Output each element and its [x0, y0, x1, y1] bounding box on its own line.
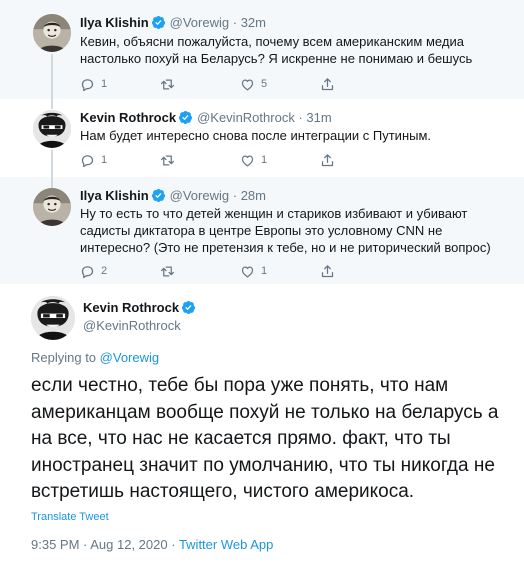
- verified-badge-icon: [151, 188, 166, 203]
- replying-to-link[interactable]: @Vorewig: [100, 350, 159, 365]
- separator: ·: [232, 188, 238, 203]
- separator: ·: [232, 15, 238, 30]
- author-name[interactable]: Kevin Rothrock: [80, 110, 176, 125]
- tweet-1[interactable]: Ilya Klishin @Vorewig · 32m Кевин, объясн…: [0, 0, 524, 99]
- retweet-icon: [160, 264, 175, 279]
- reply-button[interactable]: 1: [80, 76, 107, 92]
- reply-count: 2: [101, 265, 108, 277]
- share-icon: [320, 77, 335, 92]
- tweet-2[interactable]: Kevin Rothrock @KevinRothrock · 31m Нам б…: [0, 99, 524, 177]
- tweet-header: Ilya Klishin @Vorewig · 32m: [80, 15, 266, 31]
- verified-badge-icon: [181, 300, 196, 315]
- tweet-actions: 1 5: [80, 76, 420, 92]
- tweet-text: Кевин, объясни пожалуйста, почему всем а…: [80, 34, 473, 66]
- main-avatar-kevin[interactable]: [31, 296, 75, 340]
- tweet-text: Нам будет интересно снова после интеграц…: [80, 128, 432, 143]
- share-icon: [320, 153, 335, 168]
- avatar-kevin[interactable]: [33, 110, 71, 148]
- retweet-button[interactable]: [160, 76, 181, 92]
- reply-count: 1: [101, 154, 108, 166]
- reply-icon: [80, 153, 95, 168]
- tweet-header: Kevin Rothrock @KevinRothrock · 31m: [80, 110, 332, 126]
- retweet-icon: [160, 153, 175, 168]
- like-icon: [240, 264, 255, 279]
- like-count: 1: [261, 265, 268, 277]
- share-icon: [320, 264, 335, 279]
- like-icon: [240, 153, 255, 168]
- tweet-meta: 9:35 PM · Aug 12, 2020 · Twitter Web App: [31, 537, 273, 553]
- retweet-icon: [160, 77, 175, 92]
- source-app-link[interactable]: Twitter Web App: [179, 537, 273, 552]
- tweet-actions: 1 1: [80, 152, 420, 168]
- reply-count: 1: [101, 78, 108, 90]
- retweet-button[interactable]: [160, 152, 181, 168]
- thread-line: [51, 177, 53, 188]
- author-handle[interactable]: @Vorewig: [170, 15, 229, 30]
- main-tweet-text: если честно, тебе бы пора уже понять, чт…: [31, 375, 499, 502]
- verified-badge-icon: [151, 15, 166, 30]
- reply-icon: [80, 264, 95, 279]
- author-name[interactable]: Ilya Klishin: [80, 188, 149, 203]
- avatar-ilya[interactable]: [33, 14, 71, 52]
- main-timestamp[interactable]: 9:35 PM · Aug 12, 2020 ·: [31, 537, 176, 552]
- like-button[interactable]: 5: [240, 76, 267, 92]
- translate-tweet-link[interactable]: Translate Tweet: [31, 510, 109, 524]
- like-count: 5: [261, 78, 268, 90]
- timestamp[interactable]: 32m: [241, 15, 266, 30]
- replying-prefix: Replying to: [31, 350, 97, 365]
- like-icon: [240, 77, 255, 92]
- retweet-button[interactable]: [160, 263, 181, 279]
- tweet-3[interactable]: Ilya Klishin @Vorewig · 28m Ну то есть то…: [0, 177, 524, 284]
- tweet-text: Ну то есть то что детей женщин и старико…: [80, 206, 491, 255]
- like-button[interactable]: 1: [240, 152, 267, 168]
- share-button[interactable]: [320, 152, 335, 168]
- reply-button[interactable]: 2: [80, 263, 107, 279]
- thread-line: [51, 54, 53, 99]
- share-button[interactable]: [320, 263, 335, 279]
- main-author-name[interactable]: Kevin Rothrock: [83, 300, 179, 315]
- timestamp[interactable]: 31m: [306, 110, 331, 125]
- thread-line: [51, 99, 53, 109]
- tweet-header: Ilya Klishin @Vorewig · 28m: [80, 188, 266, 204]
- reply-icon: [80, 77, 95, 92]
- separator: ·: [298, 110, 303, 125]
- tweet-actions: 2 1: [80, 263, 420, 279]
- verified-badge-icon: [178, 110, 193, 125]
- thread-line: [51, 150, 53, 177]
- main-author-handle[interactable]: @KevinRothrock: [83, 318, 181, 334]
- replying-to: Replying to @Vorewig: [31, 350, 159, 366]
- author-handle[interactable]: @KevinRothrock: [197, 110, 295, 125]
- like-button[interactable]: 1: [240, 263, 267, 279]
- author-name[interactable]: Ilya Klishin: [80, 15, 149, 30]
- reply-button[interactable]: 1: [80, 152, 107, 168]
- like-count: 1: [261, 154, 268, 166]
- author-handle[interactable]: @Vorewig: [170, 188, 229, 203]
- timestamp[interactable]: 28m: [241, 188, 266, 203]
- avatar-ilya[interactable]: [33, 188, 71, 226]
- main-author-name-row: Kevin Rothrock: [83, 300, 196, 316]
- share-button[interactable]: [320, 76, 335, 92]
